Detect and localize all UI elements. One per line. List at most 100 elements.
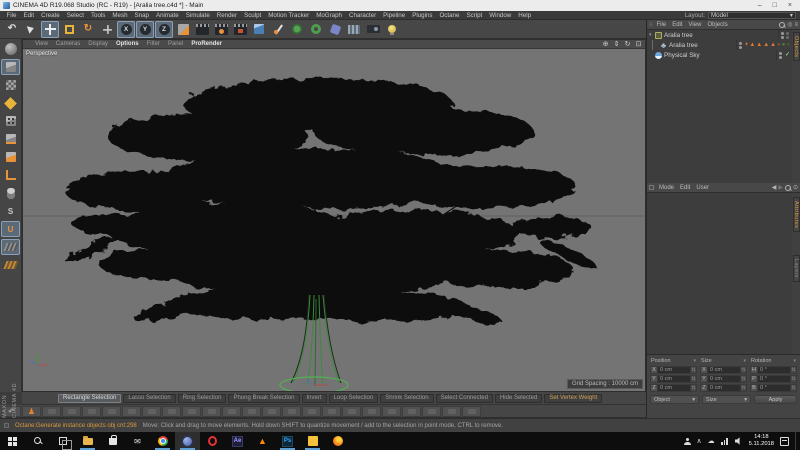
mode-checkbox[interactable] xyxy=(649,185,654,190)
edge-cut-tool-icon[interactable] xyxy=(262,406,281,417)
octane-material-tag[interactable]: ▲ xyxy=(756,42,762,48)
undo-icon[interactable]: ↶ xyxy=(3,21,21,38)
texture-tag[interactable]: ● xyxy=(777,42,781,48)
lock-icon[interactable]: ⊙ xyxy=(793,184,798,191)
photoshop-icon[interactable]: Ps xyxy=(275,432,300,450)
menu-item[interactable]: Snap xyxy=(131,12,152,19)
objects-menu-item[interactable]: View xyxy=(686,22,705,28)
maximize-button[interactable]: □ xyxy=(773,2,777,9)
rotation-field[interactable]: H0 °⇅ xyxy=(750,366,797,374)
start-button[interactable] xyxy=(0,432,25,450)
knife-tool-icon[interactable] xyxy=(62,406,81,417)
position-field[interactable]: Y0 cm⇅ xyxy=(650,375,697,383)
clock[interactable]: 14:18 5.11.2018 xyxy=(749,434,774,448)
menu-item[interactable]: Create xyxy=(38,12,64,19)
command-button[interactable]: Select Connected xyxy=(436,394,493,403)
texture-tag[interactable]: ● xyxy=(786,42,790,48)
spinner[interactable]: ⇅ xyxy=(791,384,797,392)
viewport-solo-icon[interactable] xyxy=(1,185,20,201)
rotation-field[interactable]: B0 °⇅ xyxy=(750,384,797,392)
light-icon[interactable] xyxy=(383,21,401,38)
subdivision-surface-icon[interactable] xyxy=(288,21,306,38)
coord-mode-dropdown[interactable]: Object▾ xyxy=(650,395,699,404)
object-row-aralia-child[interactable]: ♣ Aralia tree +▲▲▲▲●●● xyxy=(647,40,792,50)
y-axis-toggle[interactable]: Y xyxy=(136,21,154,38)
viewport-menu-item[interactable]: Display xyxy=(84,41,112,47)
mail-icon[interactable]: ✉ xyxy=(125,432,150,450)
viewport-menu-item[interactable]: Panel xyxy=(164,41,187,47)
quantize-icon[interactable] xyxy=(1,257,20,273)
x-axis-toggle[interactable]: X xyxy=(117,21,135,38)
tab-attributes[interactable]: Attributes xyxy=(793,197,800,232)
menu-item[interactable]: Script xyxy=(463,12,486,19)
menu-item[interactable]: MoGraph xyxy=(313,12,346,19)
menu-item[interactable]: Sculpt xyxy=(241,12,265,19)
search-button[interactable] xyxy=(25,432,50,450)
tab-objects[interactable]: Objects xyxy=(793,32,800,61)
matrix-extrude-tool-icon[interactable] xyxy=(382,406,401,417)
spinner[interactable]: ⇅ xyxy=(791,366,797,374)
command-button[interactable]: Ring Selection xyxy=(178,394,227,403)
objects-tree[interactable]: ▾ Aralia tree ♣ Aralia tree +▲▲▲▲●●● xyxy=(647,30,792,183)
render-view-icon[interactable] xyxy=(193,21,211,38)
menu-item[interactable]: Tools xyxy=(87,12,108,19)
firefox-icon[interactable] xyxy=(325,432,350,450)
menu-item[interactable]: Motion Tracker xyxy=(265,12,313,19)
visibility-toggles[interactable] xyxy=(781,32,784,39)
scale-tool-icon[interactable] xyxy=(60,21,78,38)
polygons-mode-icon[interactable] xyxy=(1,149,20,165)
make-editable-icon[interactable] xyxy=(1,41,20,57)
edges-mode-icon[interactable] xyxy=(1,131,20,147)
panel-options-icon[interactable]: ≡ xyxy=(794,22,798,28)
deformers-icon[interactable] xyxy=(326,21,344,38)
last-tool-icon[interactable] xyxy=(98,21,116,38)
untriangulate-tool-icon[interactable] xyxy=(302,406,321,417)
menu-item[interactable]: Simulate xyxy=(182,12,213,19)
generators-icon[interactable] xyxy=(307,21,325,38)
menu-item[interactable]: Character xyxy=(345,12,379,19)
stitch-tool-icon[interactable] xyxy=(242,406,261,417)
axis-mode-icon[interactable] xyxy=(1,167,20,183)
attributes-menu-item[interactable]: Edit xyxy=(677,185,693,191)
toggle-view-icon[interactable]: ⊡ xyxy=(634,40,643,48)
subdivide-tool-icon[interactable] xyxy=(282,406,301,417)
command-button[interactable]: Shrink Selection xyxy=(380,394,433,403)
normal-move-tool-icon[interactable] xyxy=(322,406,341,417)
magnet-snap-icon[interactable]: U xyxy=(1,221,20,237)
viewport-menu-item[interactable]: Options xyxy=(112,41,143,47)
tray-chevron-icon[interactable]: ∧ xyxy=(697,437,702,445)
visibility-toggles[interactable] xyxy=(779,52,782,59)
weld-tool-icon[interactable] xyxy=(162,406,181,417)
octane-material-tag[interactable]: ▲ xyxy=(770,42,776,48)
opera-icon[interactable] xyxy=(200,432,225,450)
menu-item[interactable]: Edit xyxy=(20,12,38,19)
size-field[interactable]: X0 cm⇅ xyxy=(700,366,747,374)
onedrive-cloud-icon[interactable]: ☁ xyxy=(708,437,715,445)
sticky-notes-icon[interactable] xyxy=(300,432,325,450)
z-axis-toggle[interactable]: Z xyxy=(155,21,173,38)
visibility-toggles[interactable] xyxy=(739,42,742,49)
attributes-menu-item[interactable]: Mode xyxy=(656,185,677,191)
command-button[interactable]: Phong Break Selection xyxy=(228,394,299,403)
normal-scale-tool-icon[interactable] xyxy=(342,406,361,417)
magnet-tool-icon[interactable] xyxy=(202,406,221,417)
spline-pen-icon[interactable] xyxy=(269,21,287,38)
search-icon[interactable] xyxy=(779,22,785,28)
render-settings-icon[interactable] xyxy=(212,21,230,38)
menu-item[interactable]: Plugins xyxy=(409,12,436,19)
chrome-icon[interactable] xyxy=(150,432,175,450)
position-field[interactable]: Z0 cm⇅ xyxy=(650,384,697,392)
viewport-canvas[interactable]: Perspective Grid Spacing : 10000 cm xyxy=(23,49,645,391)
action-center-icon[interactable] xyxy=(780,437,789,446)
iron-tool-icon[interactable] xyxy=(222,406,241,417)
render-toggles[interactable] xyxy=(786,32,789,39)
tab-layers[interactable]: Layers xyxy=(793,255,800,282)
viewport-menu-item[interactable]: Cameras xyxy=(52,41,84,47)
vlc-icon[interactable]: ▲ xyxy=(250,432,275,450)
cinema4d-icon[interactable] xyxy=(175,432,200,450)
menu-item[interactable]: Select xyxy=(63,12,87,19)
position-header[interactable]: Position▾ xyxy=(650,357,697,365)
apply-button[interactable]: Apply xyxy=(754,395,797,404)
history-forward-icon[interactable]: ▶ xyxy=(778,184,783,191)
smooth-tool-icon[interactable] xyxy=(182,406,201,417)
